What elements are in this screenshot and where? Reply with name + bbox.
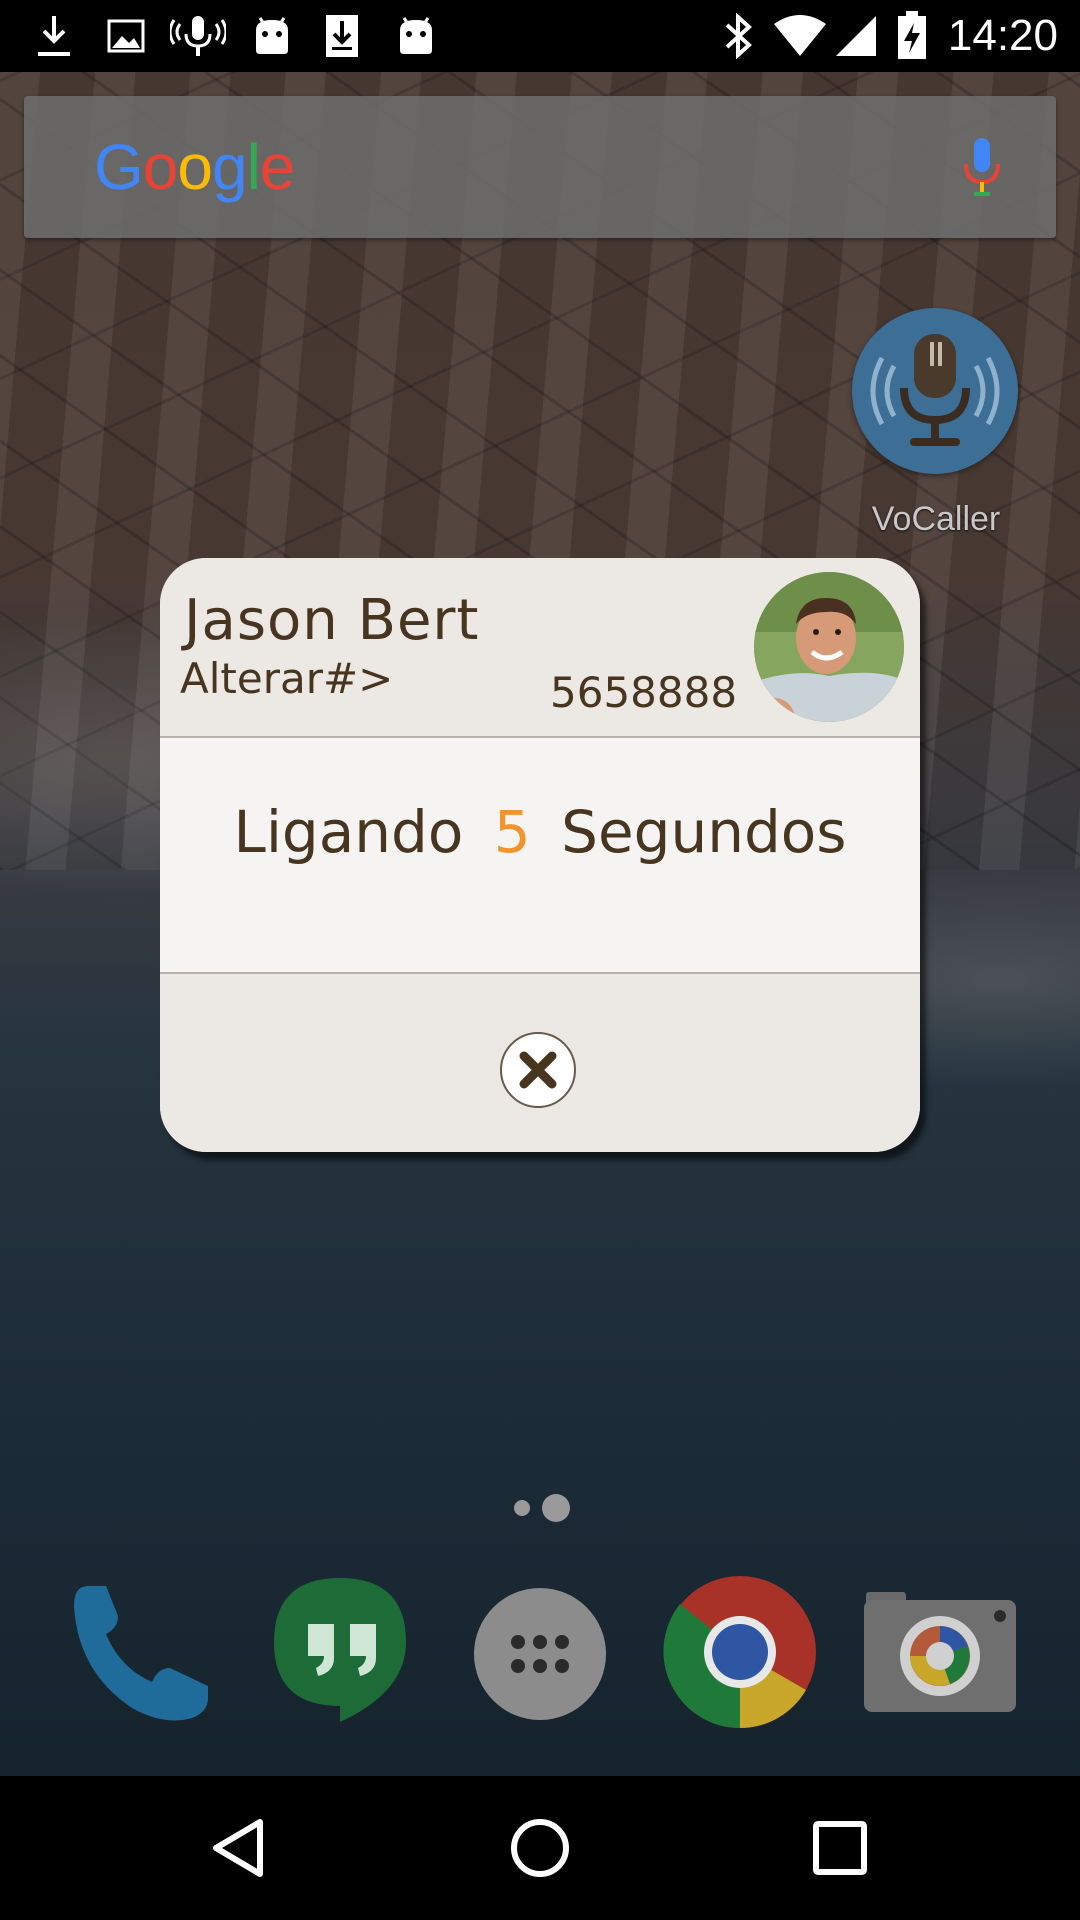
- home-icon[interactable]: [504, 1812, 576, 1884]
- dialog-body: Ligando 5 Segundos: [160, 738, 920, 974]
- google-search-bar[interactable]: Google: [24, 96, 1056, 238]
- page-indicator: [510, 1492, 590, 1522]
- calling-status: Ligando 5 Segundos: [160, 798, 920, 866]
- dialog-header: Jason Bert Alterar#> 5658888: [160, 558, 920, 738]
- page-dot: [514, 1500, 530, 1516]
- alter-link[interactable]: Alterar#>: [180, 654, 393, 703]
- status-prefix: Ligando: [233, 798, 464, 866]
- wifi-icon: [772, 12, 828, 60]
- logo-letter: g: [211, 131, 248, 203]
- chrome-icon[interactable]: [660, 1572, 820, 1732]
- clock: 14:20: [947, 11, 1058, 60]
- google-logo: Google: [94, 130, 296, 204]
- camera-icon[interactable]: [860, 1572, 1020, 1732]
- mic-broadcast-icon: [170, 12, 226, 60]
- bluetooth-icon: [718, 12, 758, 60]
- countdown-seconds: 5: [493, 798, 531, 866]
- logo-letter: G: [94, 131, 144, 203]
- logo-letter: l: [246, 131, 261, 203]
- phone-icon[interactable]: [60, 1572, 220, 1732]
- hangouts-icon[interactable]: [260, 1572, 420, 1732]
- status-bar: 14:20: [0, 0, 1080, 72]
- phone-number: 5658888: [550, 668, 738, 717]
- status-suffix: Segundos: [561, 798, 847, 866]
- app-drawer-icon[interactable]: [460, 1572, 620, 1732]
- contact-avatar: [754, 572, 904, 722]
- cancel-call-button[interactable]: [500, 1032, 576, 1108]
- download-box-icon: [322, 12, 362, 60]
- navigation-bar: [0, 1776, 1080, 1920]
- download-icon: [30, 12, 78, 60]
- vocaller-label[interactable]: VoCaller: [850, 500, 1022, 539]
- back-icon[interactable]: [204, 1812, 276, 1884]
- calling-dialog: Jason Bert Alterar#> 5658888 Ligando 5 S…: [160, 558, 920, 1152]
- voice-search-mic-icon[interactable]: [960, 136, 1004, 200]
- signal-icon: [832, 12, 880, 60]
- battery-icon: [894, 11, 930, 60]
- contact-name: Jason Bert: [184, 588, 480, 653]
- dialog-footer: [160, 974, 920, 1152]
- logo-letter: o: [142, 131, 179, 203]
- android-icon: [394, 12, 438, 60]
- logo-letter: o: [177, 131, 213, 203]
- android-icon: [250, 12, 294, 60]
- vocaller-app-icon[interactable]: [852, 308, 1018, 474]
- page-dot-active: [542, 1494, 570, 1522]
- image-icon: [102, 12, 150, 60]
- recents-icon[interactable]: [804, 1812, 876, 1884]
- logo-letter: e: [259, 131, 296, 203]
- close-icon: [519, 1051, 557, 1089]
